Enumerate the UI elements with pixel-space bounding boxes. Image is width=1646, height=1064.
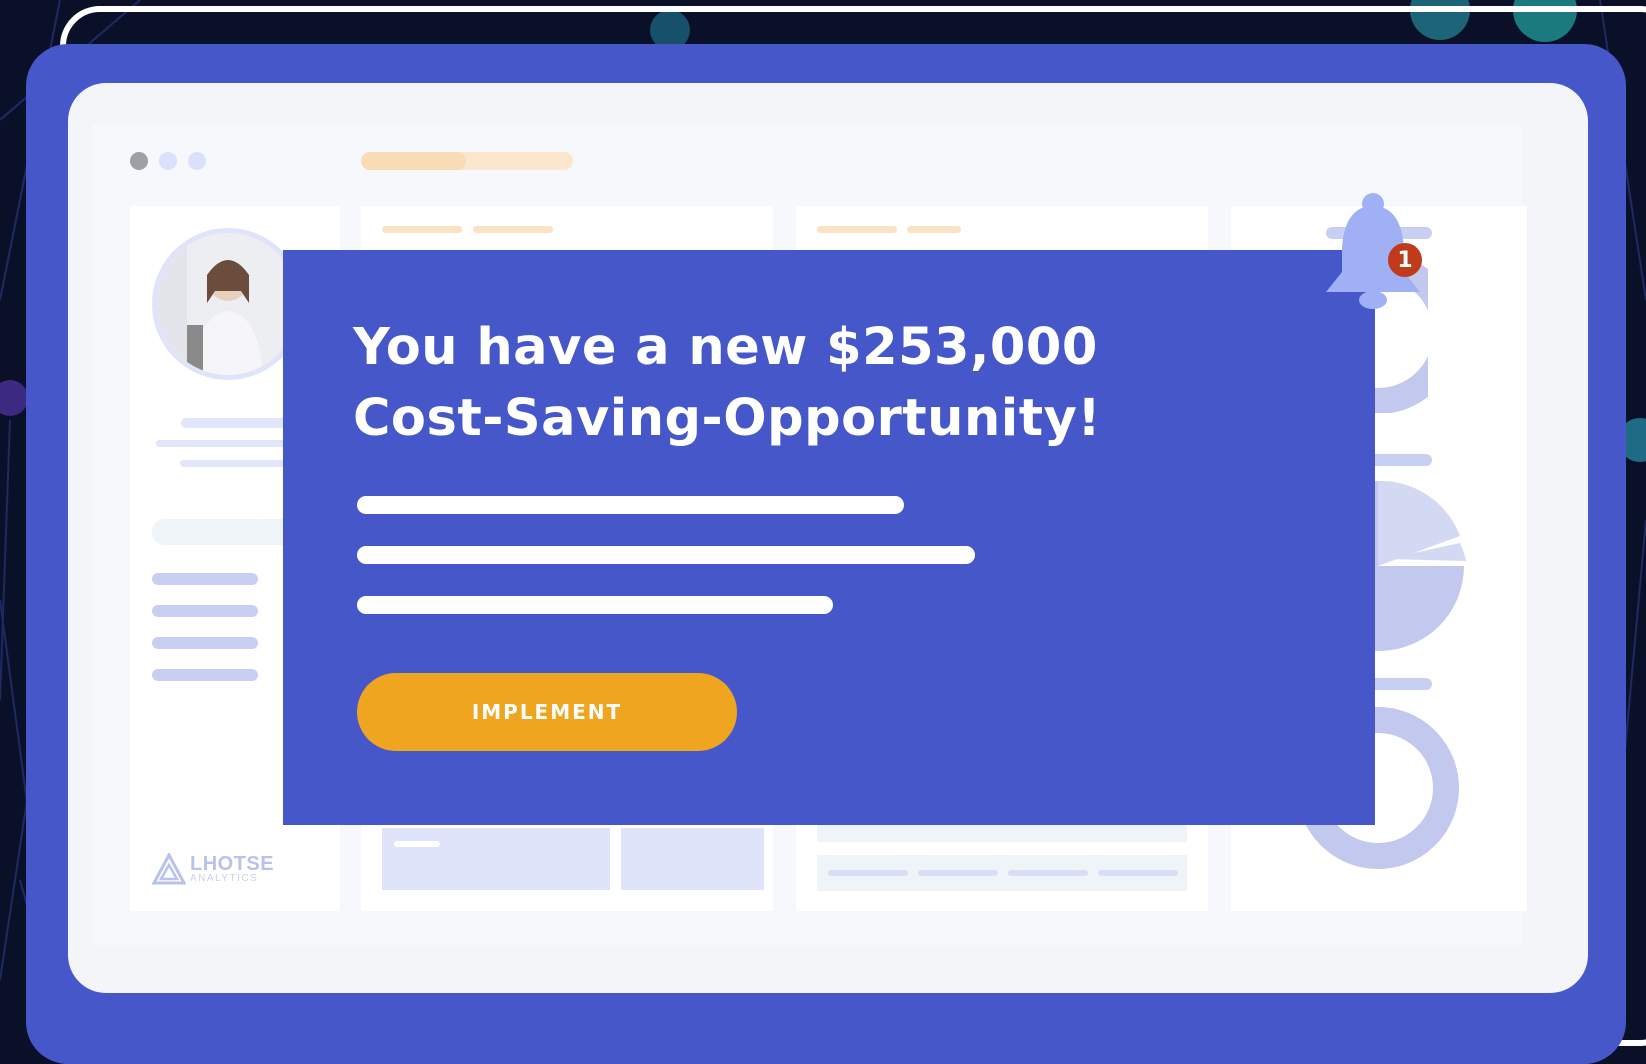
sidebar-menu-item[interactable] xyxy=(152,605,258,617)
panel-2-cell xyxy=(828,870,908,876)
panel-1-header-line xyxy=(473,226,553,233)
implement-button[interactable]: IMPLEMENT xyxy=(357,673,737,751)
brand-logo: LHOTSE ANALYTICS xyxy=(152,853,274,885)
panel-2-header-line xyxy=(907,226,961,233)
modal-title: You have a new $253,000 Cost-Saving-Oppo… xyxy=(353,312,1253,454)
panel-2-header-line xyxy=(817,226,897,233)
sidebar-menu-item[interactable] xyxy=(152,637,258,649)
modal-text-line xyxy=(357,546,975,564)
brand-subtitle: ANALYTICS xyxy=(190,873,259,884)
brand-name: LHOTSE xyxy=(190,853,275,875)
network-node xyxy=(0,380,28,416)
sidebar-menu-item[interactable] xyxy=(152,573,258,585)
lhotse-triangle-logo-icon xyxy=(152,853,186,885)
notification-count-badge: 1 xyxy=(1388,243,1422,277)
modal-text-line xyxy=(357,496,904,514)
modal-text-line xyxy=(357,596,833,614)
window-close-dot[interactable] xyxy=(130,152,148,170)
panel-2-cell xyxy=(1008,870,1088,876)
modal-title-line-1: You have a new $253,000 xyxy=(353,318,1098,377)
top-pill-bar-fill xyxy=(361,152,466,170)
panel-1-block xyxy=(621,828,764,890)
window-maximize-dot[interactable] xyxy=(188,152,206,170)
panel-1-block xyxy=(382,828,610,890)
panel-1-header-line xyxy=(382,226,462,233)
avatar[interactable] xyxy=(152,228,304,380)
panel-1-block-label xyxy=(394,841,440,847)
opportunity-modal: You have a new $253,000 Cost-Saving-Oppo… xyxy=(283,250,1375,825)
panel-2-cell xyxy=(918,870,998,876)
window-minimize-dot[interactable] xyxy=(159,152,177,170)
sidebar-menu-item[interactable] xyxy=(152,669,258,681)
person-photo-icon xyxy=(157,233,299,375)
modal-title-line-2: Cost-Saving-Opportunity! xyxy=(353,389,1102,448)
panel-2-cell xyxy=(1098,870,1178,876)
